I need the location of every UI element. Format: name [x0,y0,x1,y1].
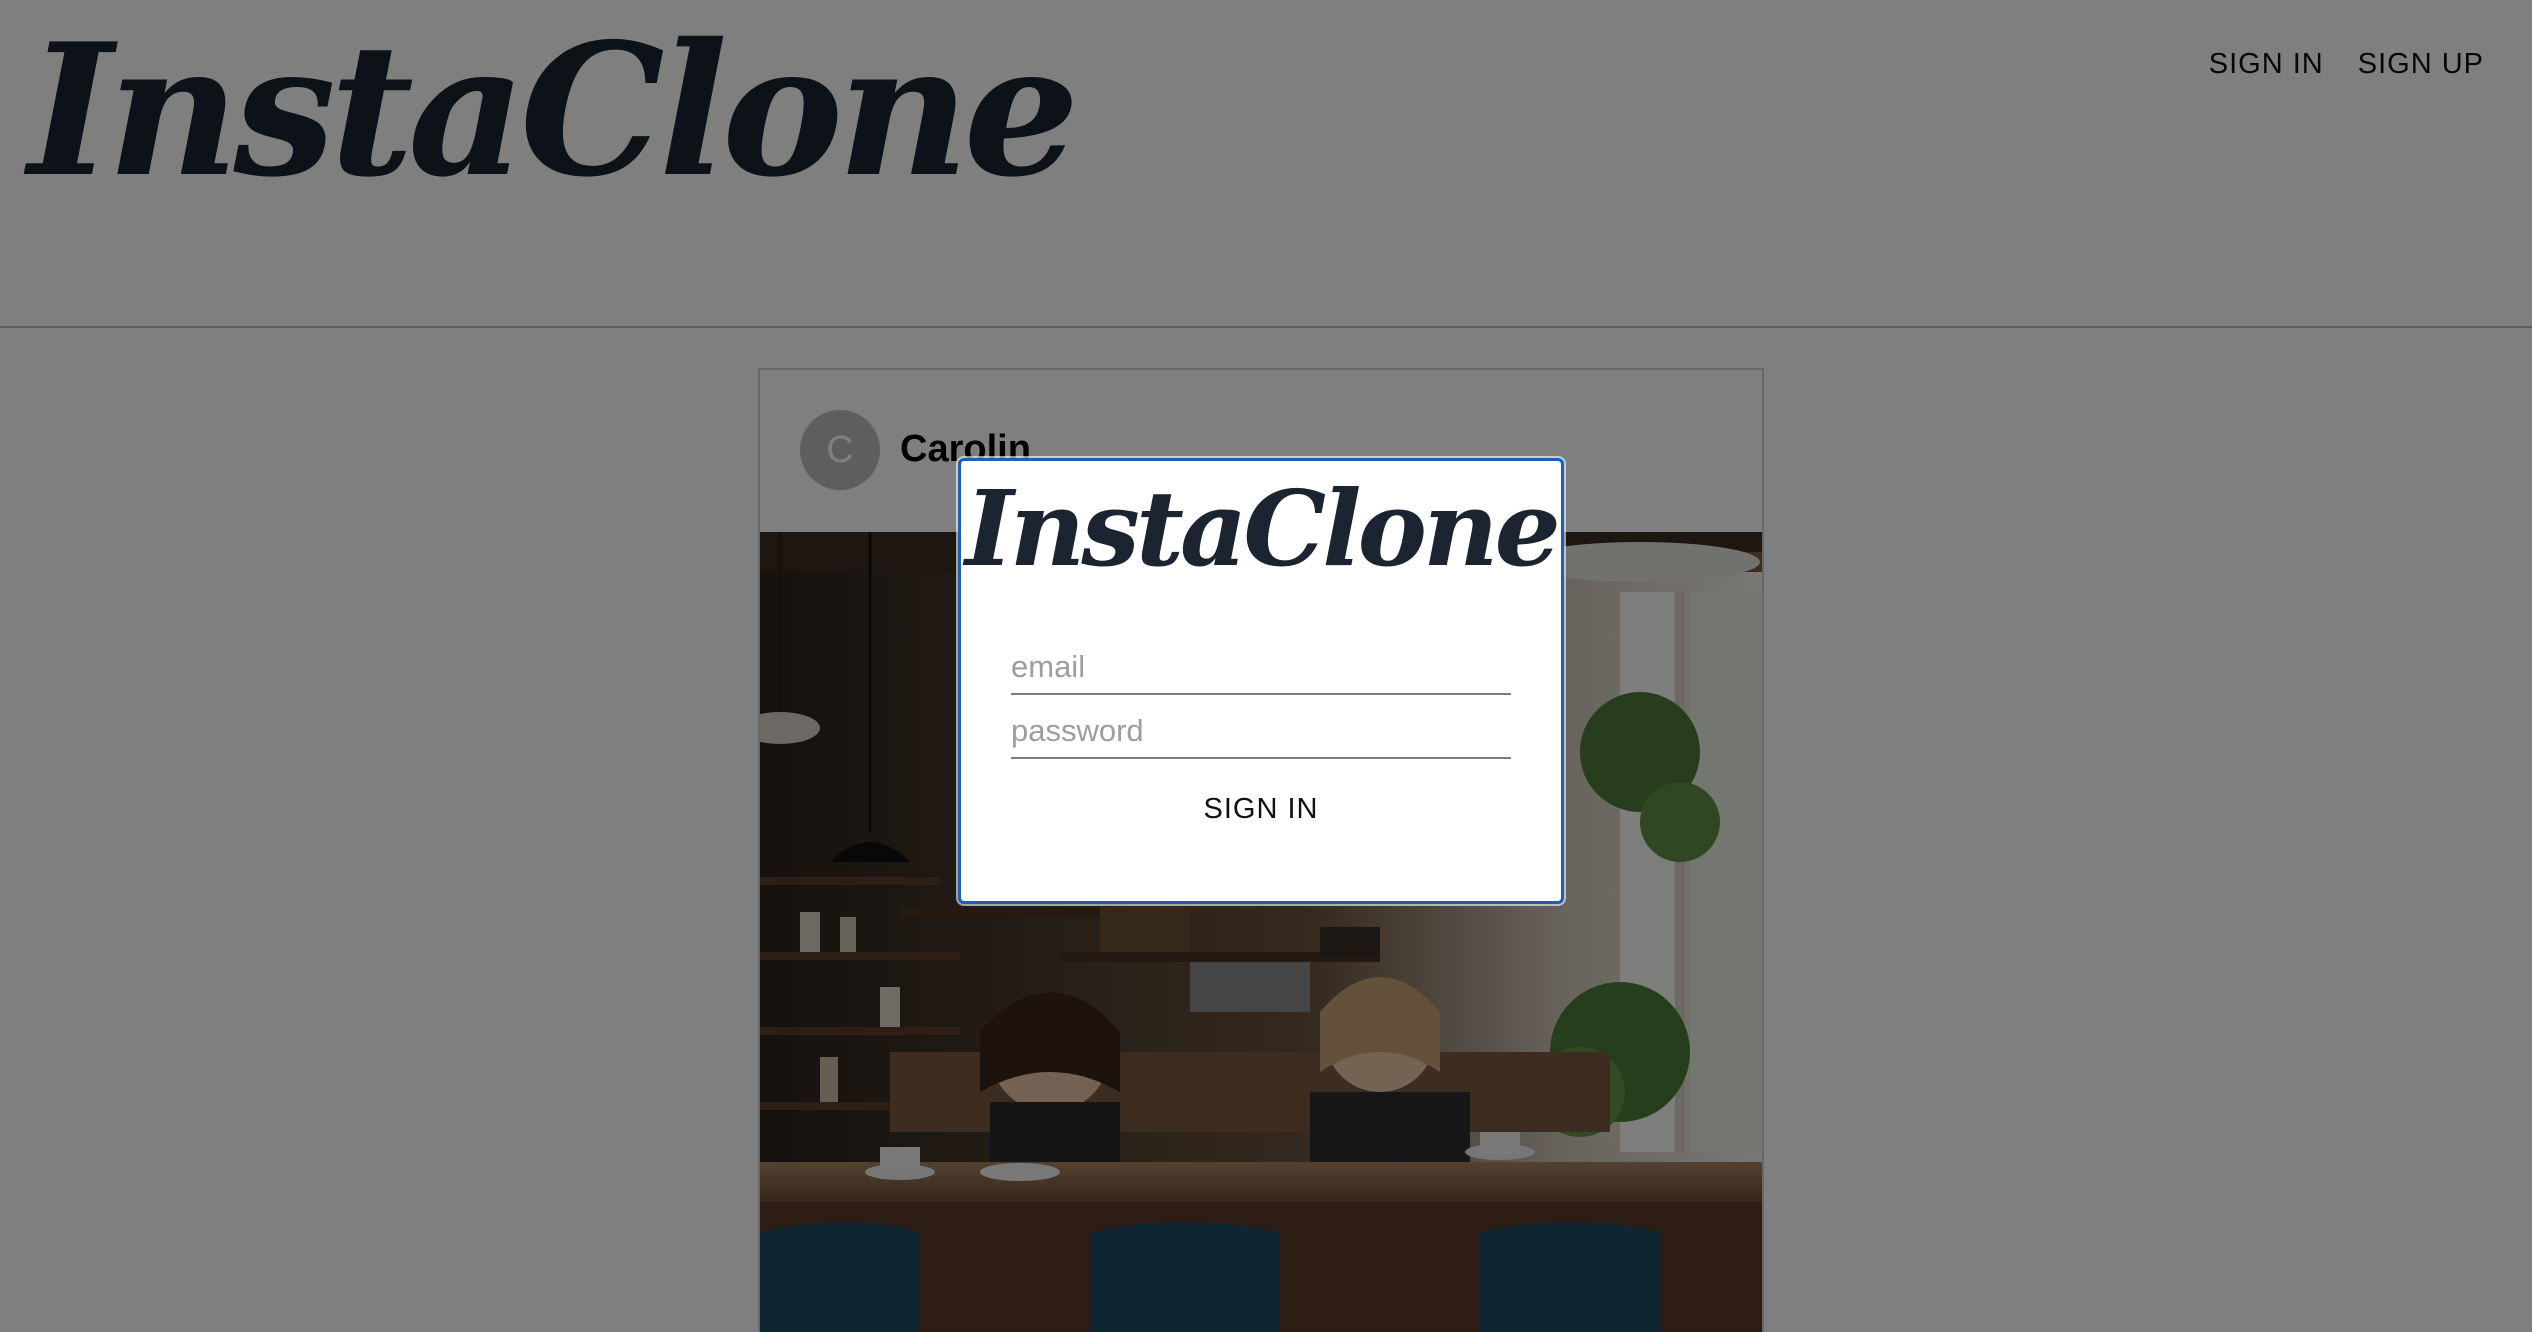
email-field[interactable] [1011,641,1511,695]
sign-in-modal: InstaClone SIGN IN [958,458,1564,904]
page: InstaClone SIGN IN SIGN UP C Carolin [0,0,2532,1332]
sign-in-submit-button[interactable]: SIGN IN [1161,779,1361,839]
modal-logo: InstaClone [965,467,1561,590]
password-field[interactable] [1011,705,1511,759]
